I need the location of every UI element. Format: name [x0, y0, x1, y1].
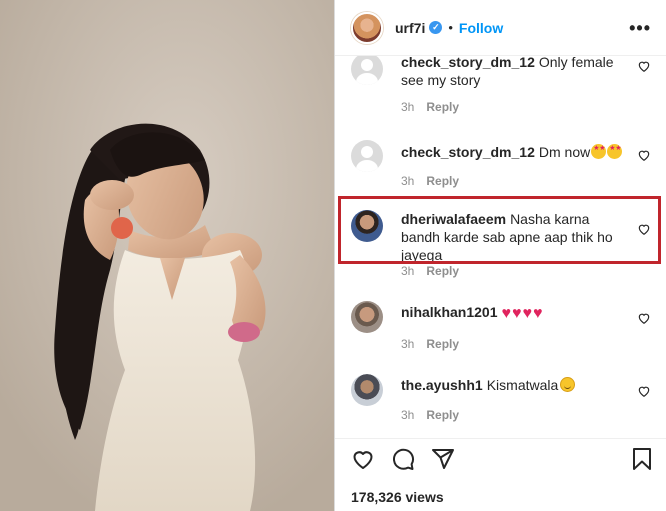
like-comment-heart-icon[interactable]: [637, 384, 651, 398]
header-separator: •: [448, 20, 453, 35]
comment-text-block: nihalkhan1201 ♥♥♥♥: [401, 303, 629, 323]
comment-username[interactable]: the.ayushh1: [401, 377, 483, 393]
comment-meta: 3h Reply: [401, 264, 471, 278]
author-username[interactable]: urf7i: [395, 20, 425, 36]
red-heart-emoji-icon: ♥: [512, 305, 522, 322]
comment-item-highlighted: dheriwalafaeem Nasha karna bandh karde sa…: [351, 210, 651, 280]
reply-button[interactable]: Reply: [426, 408, 459, 422]
comment-time: 3h: [401, 264, 415, 278]
red-heart-emoji-icon: ♥: [501, 305, 512, 322]
comment-username[interactable]: dheriwalafaeem: [401, 211, 506, 227]
comment-item: nihalkhan1201 ♥♥♥♥ 3h Reply: [351, 301, 651, 351]
reply-button[interactable]: Reply: [426, 174, 459, 188]
comment-text-block: check_story_dm_12 Only female see my stor…: [401, 56, 629, 89]
post-sidebar: urf7i ✓ • Follow ••• check_story_dm_12 On…: [334, 0, 666, 511]
comment-time: 3h: [401, 408, 415, 422]
comment-item: the.ayushh1 Kismatwala 3h Reply: [351, 374, 651, 424]
comment-text: Kismatwala: [486, 377, 559, 393]
red-heart-emoji-icon: ♥: [533, 305, 543, 322]
comment-text-block: dheriwalafaeem Nasha karna bandh karde sa…: [401, 210, 629, 264]
comment-avatar[interactable]: [351, 374, 383, 406]
comment-meta: 3h Reply: [401, 408, 471, 422]
comment-icon[interactable]: [391, 447, 415, 471]
comment-time: 3h: [401, 100, 415, 114]
comment-meta: 3h Reply: [401, 337, 471, 351]
bookmark-icon[interactable]: [631, 447, 653, 471]
post-header: urf7i ✓ • Follow •••: [335, 0, 666, 56]
comment-time: 3h: [401, 337, 415, 351]
star-struck-emoji-icon: [591, 144, 607, 159]
post-media[interactable]: [0, 0, 334, 511]
like-comment-heart-icon[interactable]: [637, 222, 651, 236]
comment-meta: 3h Reply: [401, 100, 471, 114]
comment-text: Dm now: [538, 144, 591, 160]
comment-text-block: check_story_dm_12 Dm now: [401, 143, 629, 161]
more-options-icon[interactable]: •••: [629, 18, 651, 39]
heart-icon[interactable]: [351, 447, 375, 471]
smiley-emoji-icon: [560, 377, 576, 392]
verified-badge-icon: ✓: [429, 21, 443, 34]
comments-list[interactable]: check_story_dm_12 Only female see my stor…: [335, 56, 666, 438]
view-count: 178,326 views: [351, 489, 444, 505]
comment-avatar[interactable]: [351, 56, 383, 85]
comment-username[interactable]: check_story_dm_12: [401, 144, 535, 160]
comment-item: check_story_dm_12 Only female see my stor…: [351, 56, 651, 121]
star-struck-emoji-icon: [607, 144, 623, 159]
like-comment-heart-icon[interactable]: [637, 148, 651, 162]
comment-avatar[interactable]: [351, 210, 383, 242]
like-comment-heart-icon[interactable]: [637, 311, 651, 325]
comment-text-block: the.ayushh1 Kismatwala: [401, 376, 629, 394]
share-icon[interactable]: [431, 447, 455, 471]
comment-item: check_story_dm_12Dm now 3h Reply: [351, 140, 651, 190]
comment-meta: 3h Reply: [401, 174, 471, 188]
reply-button[interactable]: Reply: [426, 100, 459, 114]
red-heart-emoji-icon: ♥: [522, 305, 533, 322]
follow-button[interactable]: Follow: [459, 20, 503, 36]
author-avatar[interactable]: [351, 11, 383, 44]
comment-username[interactable]: nihalkhan1201: [401, 304, 498, 320]
comment-username[interactable]: check_story_dm_12: [401, 56, 535, 70]
comment-avatar[interactable]: [351, 301, 383, 333]
like-comment-heart-icon[interactable]: [637, 59, 651, 73]
comment-time: 3h: [401, 174, 415, 188]
post-actions-bar: 178,326 views: [335, 438, 666, 511]
comment-avatar[interactable]: [351, 140, 383, 172]
reply-button[interactable]: Reply: [426, 337, 459, 351]
reply-button[interactable]: Reply: [426, 264, 459, 278]
post-image: [0, 0, 334, 511]
